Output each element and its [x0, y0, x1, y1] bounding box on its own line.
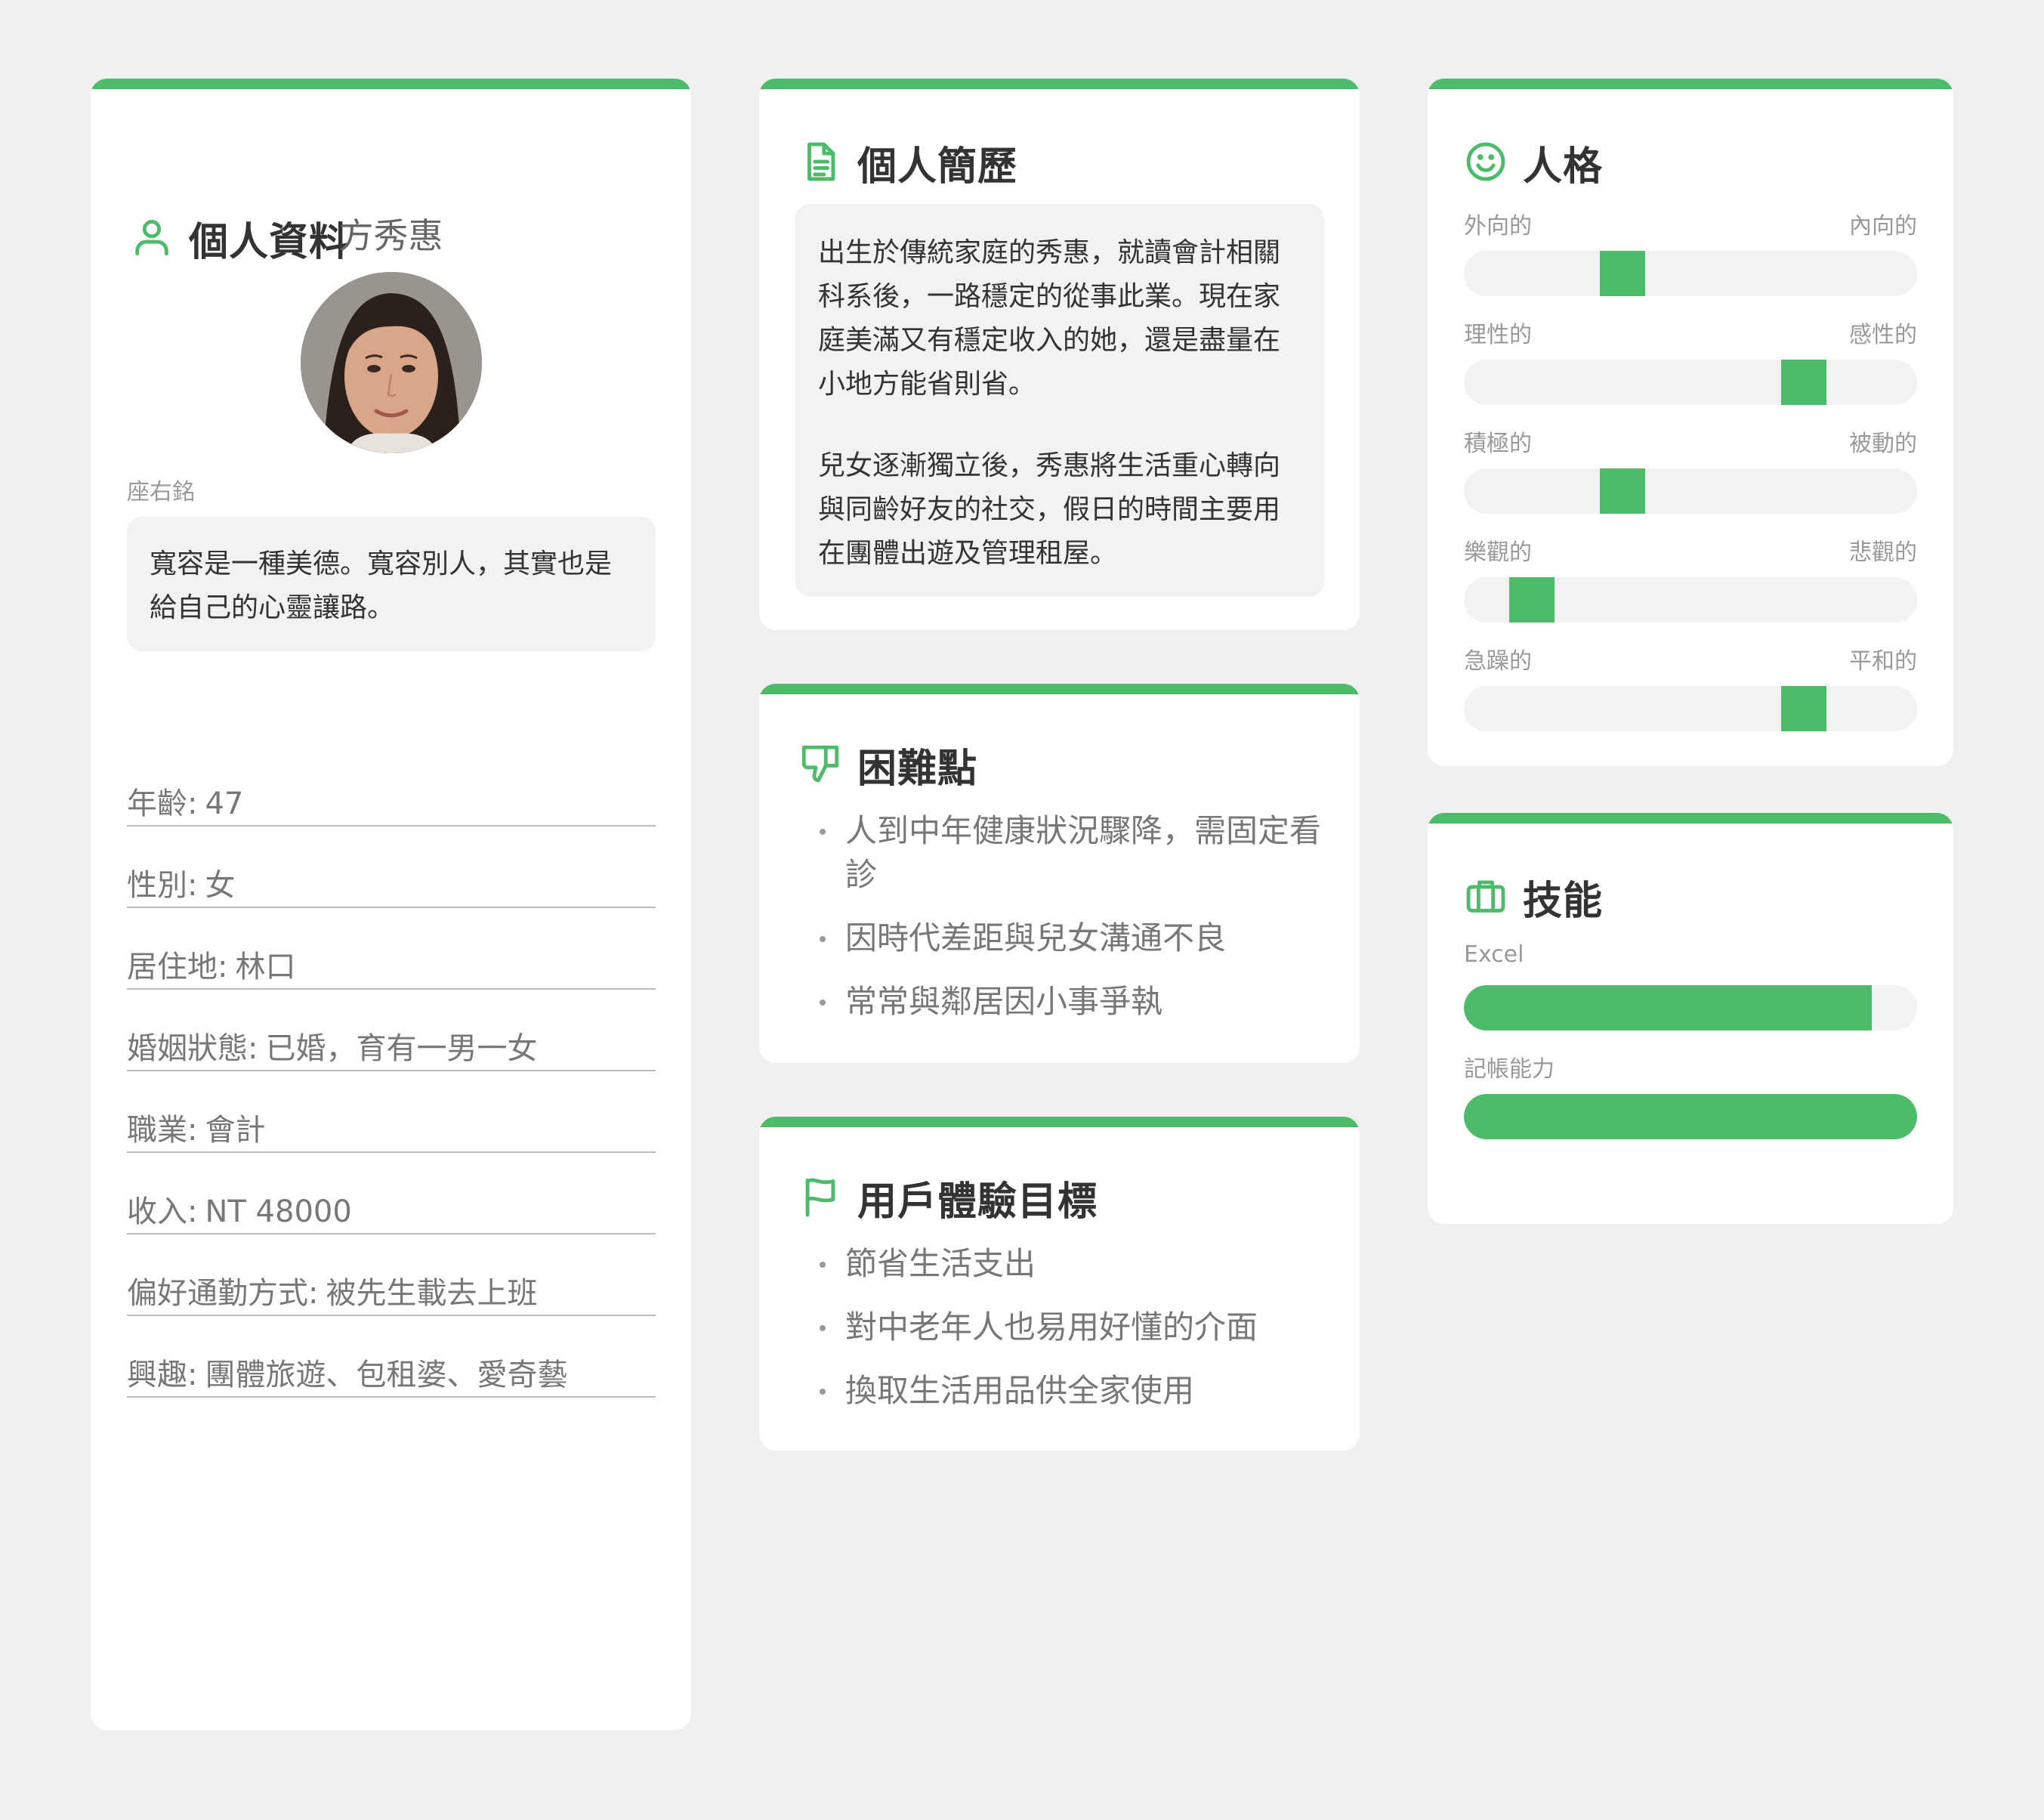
skill-fill — [1464, 1094, 1917, 1139]
personality-header: 人格 — [1464, 134, 1603, 191]
field-gender: 性別: 女 — [127, 864, 656, 908]
skill-label: 記帳能力 — [1464, 1056, 1555, 1083]
field-value: 女 — [205, 868, 236, 903]
skill-bar: Excel — [1464, 941, 1917, 1040]
trait-track — [1464, 251, 1917, 296]
skills-title: 技能 — [1523, 879, 1604, 924]
field-value: 被先生載去上班 — [326, 1276, 538, 1311]
field-value: NT 48000 — [205, 1194, 352, 1229]
field-value: 已婚，育有一男一女 — [265, 1031, 538, 1066]
pain-points-list: 人到中年健康狀況驟降，需固定看診 因時代差距與兒女溝通不良 常常與鄰居因小事爭執 — [795, 809, 1324, 1043]
pain-points-title: 困難點 — [857, 746, 978, 792]
briefcase-icon — [1464, 874, 1508, 921]
field-label: 職業: — [127, 1113, 198, 1148]
field-label: 偏好通勤方式: — [127, 1276, 319, 1311]
field-income: 收入: NT 48000 — [127, 1191, 656, 1234]
trait-track — [1464, 468, 1917, 514]
trait-track — [1464, 360, 1917, 405]
trait-marker — [1781, 686, 1826, 731]
trait-slider: 樂觀的 悲觀的 — [1464, 533, 1917, 632]
goals-card: 用戶體驗目標 節省生活支出 對中老年人也易用好懂的介面 換取生活用品供全家使用 — [759, 1117, 1360, 1451]
field-occupation: 職業: 會計 — [127, 1109, 656, 1153]
trait-left-label: 理性的 — [1464, 322, 1532, 348]
trait-track — [1464, 686, 1917, 731]
trait-track — [1464, 577, 1917, 623]
list-item: 人到中年健康狀況驟降，需固定看診 — [795, 809, 1324, 897]
field-commute: 偏好通勤方式: 被先生載去上班 — [127, 1272, 656, 1316]
field-value: 會計 — [205, 1113, 266, 1148]
field-label: 性別: — [127, 868, 198, 903]
goals-title: 用戶體驗目標 — [857, 1179, 1098, 1225]
trait-slider: 積極的 被動的 — [1464, 425, 1917, 523]
skill-fill — [1464, 985, 1872, 1031]
list-item: 換取生活用品供全家使用 — [795, 1369, 1324, 1413]
flag-icon — [798, 1175, 842, 1222]
trait-right-label: 平和的 — [1849, 648, 1917, 675]
field-age: 年齡: 47 — [127, 783, 656, 827]
goals-list: 節省生活支出 對中老年人也易用好懂的介面 換取生活用品供全家使用 — [795, 1242, 1324, 1432]
smile-icon — [1464, 140, 1508, 187]
field-interests: 興趣: 團體旅遊、包租婆、愛奇藝 — [127, 1354, 656, 1398]
bio-paragraph: 出生於傳統家庭的秀惠，就讀會計相關科系後，一路穩定的從事此業。現在家庭美滿又有穩… — [818, 237, 1281, 400]
trait-left-label: 樂觀的 — [1464, 539, 1532, 566]
trait-right-label: 被動的 — [1849, 431, 1917, 457]
list-item: 因時代差距與兒女溝通不良 — [795, 916, 1324, 960]
trait-right-label: 悲觀的 — [1849, 539, 1917, 566]
list-item: 對中老年人也易用好懂的介面 — [795, 1306, 1324, 1349]
trait-marker — [1600, 251, 1645, 296]
pain-points-header: 困難點 — [798, 737, 977, 793]
person-name: 方秀惠 — [338, 215, 443, 256]
skills-header: 技能 — [1464, 869, 1603, 925]
motto-text: 寬容是一種美德。寬容別人，其實也是給自己的心靈讓路。 — [127, 517, 656, 651]
document-icon — [798, 140, 842, 187]
bio-header: 個人簡歷 — [798, 134, 1017, 191]
trait-left-label: 急躁的 — [1464, 648, 1532, 675]
field-value: 團體旅遊、包租婆、愛奇藝 — [205, 1358, 568, 1392]
skill-label: Excel — [1464, 941, 1524, 968]
list-item: 節省生活支出 — [795, 1242, 1324, 1286]
skills-card: 技能 Excel 記帳能力 — [1428, 813, 1953, 1224]
trait-left-label: 積極的 — [1464, 431, 1532, 457]
trait-right-label: 感性的 — [1849, 322, 1917, 348]
pain-points-card: 困難點 人到中年健康狀況驟降，需固定看診 因時代差距與兒女溝通不良 常常與鄰居因… — [759, 684, 1360, 1063]
field-value: 林口 — [235, 950, 296, 984]
trait-marker — [1781, 360, 1826, 405]
trait-slider: 急躁的 平和的 — [1464, 642, 1917, 740]
field-label: 居住地: — [127, 950, 228, 984]
field-marital-status: 婚姻狀態: 已婚，育有一男一女 — [127, 1027, 656, 1071]
skill-track — [1464, 985, 1917, 1031]
field-label: 年齡: — [127, 786, 198, 821]
skill-bar: 記帳能力 — [1464, 1050, 1917, 1148]
field-label: 收入: — [127, 1194, 198, 1229]
bio-title: 個人簡歷 — [857, 144, 1018, 190]
field-value: 47 — [205, 786, 244, 821]
personality-card: 人格 外向的 內向的 理性的 感性的 積極的 被動的 樂觀的 悲觀的 急躁的 平… — [1428, 79, 1953, 766]
thumbs-down-icon — [798, 742, 842, 789]
trait-left-label: 外向的 — [1464, 213, 1532, 239]
trait-marker — [1509, 577, 1555, 623]
goals-header: 用戶體驗目標 — [798, 1170, 1098, 1226]
personality-title: 人格 — [1523, 144, 1604, 190]
profile-card: 個人資料 方秀惠 座右銘 寬容是一種美德。寬容別人，其實也是給自己的心靈讓路。 … — [91, 79, 691, 1730]
field-residence: 居住地: 林口 — [127, 946, 656, 990]
trait-slider: 理性的 感性的 — [1464, 316, 1917, 414]
trait-right-label: 內向的 — [1849, 213, 1917, 239]
bio-text: 出生於傳統家庭的秀惠，就讀會計相關科系後，一路穩定的從事此業。現在家庭美滿又有穩… — [795, 204, 1324, 597]
bio-paragraph: 兒女逐漸獨立後，秀惠將生活重心轉向與同齡好友的社交，假日的時間主要用在團體出遊及… — [818, 450, 1281, 569]
bio-card: 個人簡歷 出生於傳統家庭的秀惠，就讀會計相關科系後，一路穩定的從事此業。現在家庭… — [759, 79, 1360, 630]
motto-label: 座右銘 — [127, 479, 195, 505]
field-label: 興趣: — [127, 1358, 198, 1392]
field-label: 婚姻狀態: — [127, 1031, 258, 1066]
skill-track — [1464, 1094, 1917, 1139]
list-item: 常常與鄰居因小事爭執 — [795, 980, 1324, 1024]
avatar — [301, 272, 482, 453]
trait-marker — [1600, 468, 1645, 514]
trait-slider: 外向的 內向的 — [1464, 207, 1917, 305]
